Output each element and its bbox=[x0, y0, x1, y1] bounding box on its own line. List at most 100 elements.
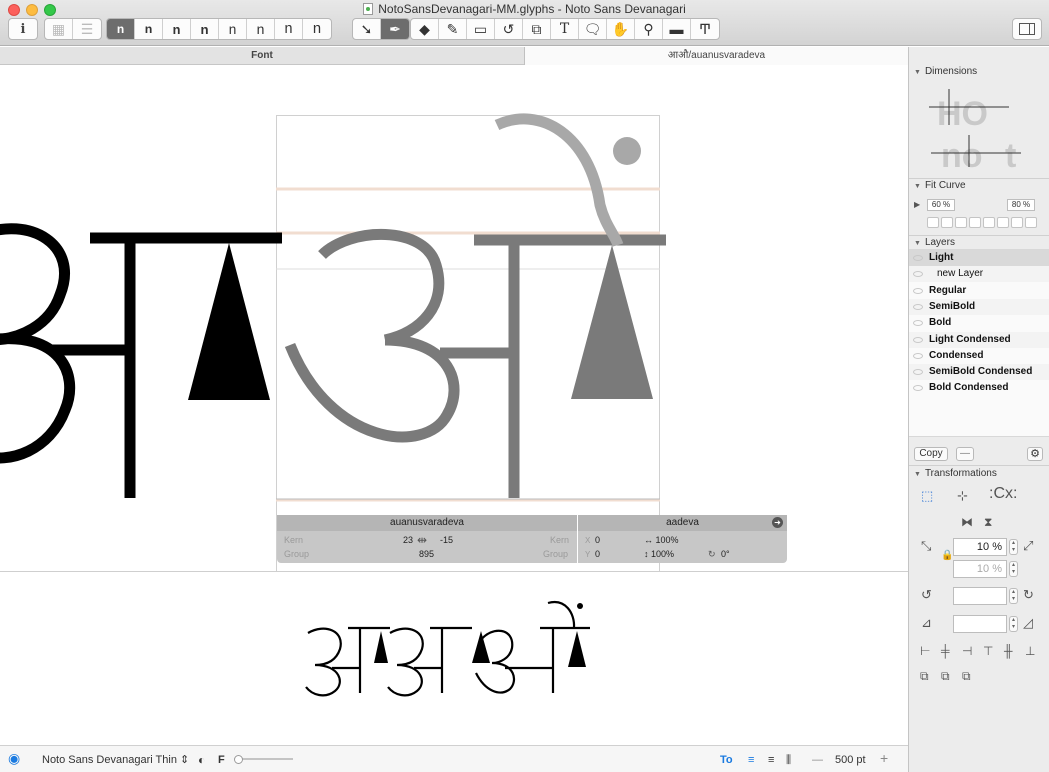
tab-font[interactable]: Font bbox=[0, 47, 525, 65]
edit-glyph-top-curve[interactable] bbox=[494, 113, 624, 247]
size-slider-knob[interactable] bbox=[234, 755, 243, 764]
scale-tool-icon[interactable]: ⧉ bbox=[523, 19, 551, 39]
rectangle-tool-icon[interactable]: ▭ bbox=[467, 19, 495, 39]
list-view-icon[interactable]: ☰ bbox=[73, 19, 101, 39]
font-size-value[interactable]: 500 pt bbox=[835, 753, 866, 767]
grid-view-icon[interactable]: ▦ bbox=[45, 19, 73, 39]
rotation-value[interactable]: 0° bbox=[721, 549, 730, 559]
scale-stepper-2[interactable]: ▴ ▾ bbox=[1009, 561, 1018, 577]
vertical-text-icon[interactable]: ⫼ bbox=[786, 753, 791, 767]
master-button[interactable]: n bbox=[247, 19, 275, 39]
layer-visibility-icon[interactable] bbox=[913, 352, 923, 359]
fit-curve-preset-button[interactable] bbox=[969, 217, 981, 228]
fit-curve-min[interactable]: 60 % bbox=[927, 199, 955, 211]
scale-icon[interactable]: ⤡ bbox=[921, 539, 931, 553]
fit-curve-title[interactable]: Fit Curve bbox=[914, 180, 966, 191]
layer-visibility-icon[interactable] bbox=[913, 271, 923, 278]
rotate-stepper[interactable]: ▴ ▾ bbox=[1009, 588, 1018, 604]
to-button[interactable]: To bbox=[720, 753, 733, 767]
layer-visibility-icon[interactable] bbox=[913, 255, 923, 261]
kern-split-icon[interactable]: ⇹ bbox=[417, 533, 427, 547]
fit-curve-preset-button[interactable] bbox=[1011, 217, 1023, 228]
sidebar-toggle-icon[interactable] bbox=[1012, 18, 1042, 40]
zoom-tool-icon[interactable]: ⚲ bbox=[635, 19, 663, 39]
pencil-tool-icon[interactable]: ✎ bbox=[439, 19, 467, 39]
x-value[interactable]: 0 bbox=[595, 535, 600, 545]
cx-icon[interactable]: :Cx: bbox=[989, 486, 1017, 502]
intersect-icon[interactable]: ⧉ bbox=[962, 669, 971, 683]
align-center-h-icon[interactable]: ╪ bbox=[941, 644, 950, 658]
flip-vertical-icon[interactable]: ⧗ bbox=[984, 515, 992, 529]
align-center-v-icon[interactable]: ╫ bbox=[1004, 644, 1013, 658]
height-scale[interactable]: ↕ 100% bbox=[644, 549, 674, 559]
instance-selector[interactable]: Noto Sans Devanagari Thin ⇕ bbox=[42, 753, 189, 767]
copy-button[interactable]: Copy bbox=[914, 447, 948, 461]
size-increase-button[interactable]: + bbox=[880, 751, 888, 765]
left-glyph-sign[interactable] bbox=[188, 243, 270, 400]
bounding-box-icon[interactable]: ⬚ bbox=[921, 489, 933, 503]
eye-icon[interactable]: ◉ bbox=[8, 751, 20, 765]
right-kern-value[interactable]: -15 bbox=[440, 535, 453, 545]
text-size-tool-icon[interactable]: Ͳ bbox=[691, 19, 719, 39]
fit-curve-preset-button[interactable] bbox=[983, 217, 995, 228]
tab-glyph[interactable]: आऔ/auanusvaradeva bbox=[525, 47, 908, 65]
union-icon[interactable]: ⧉ bbox=[920, 669, 929, 683]
layer-visibility-icon[interactable] bbox=[913, 303, 923, 310]
layer-visibility-icon[interactable] bbox=[913, 320, 923, 327]
master-button[interactable]: n bbox=[163, 19, 191, 39]
f-button[interactable]: F bbox=[218, 753, 225, 767]
annotation-tool-icon[interactable]: 🗨 bbox=[579, 19, 607, 39]
slant-left-icon[interactable]: ⊿ bbox=[921, 616, 932, 630]
layer-row[interactable]: Light bbox=[909, 250, 1049, 266]
layer-row[interactable]: Condensed bbox=[909, 348, 1049, 364]
crosshair-icon[interactable]: ⊹ bbox=[957, 489, 968, 503]
align-bottom-icon[interactable]: ⊥ bbox=[1025, 644, 1035, 658]
info-button[interactable]: i bbox=[8, 18, 38, 40]
scale-stepper-1[interactable]: ▴ ▾ bbox=[1009, 539, 1018, 555]
gear-icon[interactable]: ⚙ bbox=[1027, 447, 1043, 461]
slant-right-icon[interactable]: ◿ bbox=[1023, 616, 1033, 630]
fit-curve-preset-button[interactable] bbox=[1025, 217, 1037, 228]
lock-icon[interactable]: 🔒 bbox=[941, 549, 953, 563]
rotate-cw-icon[interactable]: ↻ bbox=[1023, 588, 1034, 602]
layer-visibility-icon[interactable] bbox=[913, 336, 923, 343]
left-kern-value[interactable]: 23 bbox=[403, 535, 413, 545]
measure-tool-icon[interactable]: ▬ bbox=[663, 19, 691, 39]
rotate-tool-icon[interactable]: ↺ bbox=[495, 19, 523, 39]
fit-curve-max[interactable]: 80 % bbox=[1007, 199, 1035, 211]
edit-canvas[interactable]: auanusvaradeva Kern Group 23 ⇹ -15 895 a… bbox=[0, 65, 908, 572]
layers-title[interactable]: Layers bbox=[914, 237, 955, 248]
group-value[interactable]: 895 bbox=[419, 549, 434, 559]
edit-glyph-sign[interactable] bbox=[571, 245, 653, 399]
layer-row[interactable]: Light Condensed bbox=[909, 331, 1049, 348]
layer-visibility-icon[interactable] bbox=[913, 287, 923, 294]
layer-row[interactable]: Bold Condensed bbox=[909, 380, 1049, 396]
arrow-right-icon[interactable]: ➜ bbox=[772, 517, 783, 528]
edit-glyph-dot[interactable] bbox=[613, 137, 641, 165]
fit-curve-preset-button[interactable] bbox=[997, 217, 1009, 228]
width-scale[interactable]: ↔ 100% bbox=[644, 535, 679, 545]
scale-field-1[interactable]: 10 % bbox=[953, 538, 1007, 556]
rotate-ccw-icon[interactable]: ↺ bbox=[921, 588, 932, 602]
fit-curve-preset-button[interactable] bbox=[955, 217, 967, 228]
half-circle-icon[interactable]: ◐ bbox=[198, 753, 205, 767]
align-right-icon[interactable]: ≡ bbox=[768, 753, 774, 767]
master-button[interactable]: n bbox=[135, 19, 163, 39]
transformations-title[interactable]: Transformations bbox=[914, 468, 997, 479]
layer-row[interactable]: Regular bbox=[909, 283, 1049, 299]
dimensions-title[interactable]: Dimensions bbox=[914, 66, 977, 77]
play-icon[interactable]: ▶ bbox=[914, 200, 920, 209]
y-value[interactable]: 0 bbox=[595, 549, 600, 559]
scale-up-icon[interactable]: ⤢ bbox=[1023, 539, 1033, 553]
master-button[interactable]: n bbox=[219, 19, 247, 39]
slant-field[interactable] bbox=[953, 615, 1007, 633]
slant-stepper[interactable]: ▴ ▾ bbox=[1009, 616, 1018, 632]
layer-row[interactable]: Bold bbox=[909, 315, 1049, 331]
fit-curve-preset-button[interactable] bbox=[927, 217, 939, 228]
master-button[interactable]: n bbox=[275, 19, 303, 39]
master-button[interactable]: n bbox=[107, 19, 135, 39]
master-button[interactable]: n bbox=[191, 19, 219, 39]
remove-layer-button[interactable]: — bbox=[956, 447, 974, 461]
layer-row[interactable]: SemiBold Condensed bbox=[909, 364, 1049, 381]
flip-horizontal-icon[interactable]: ⧓ bbox=[961, 515, 973, 529]
